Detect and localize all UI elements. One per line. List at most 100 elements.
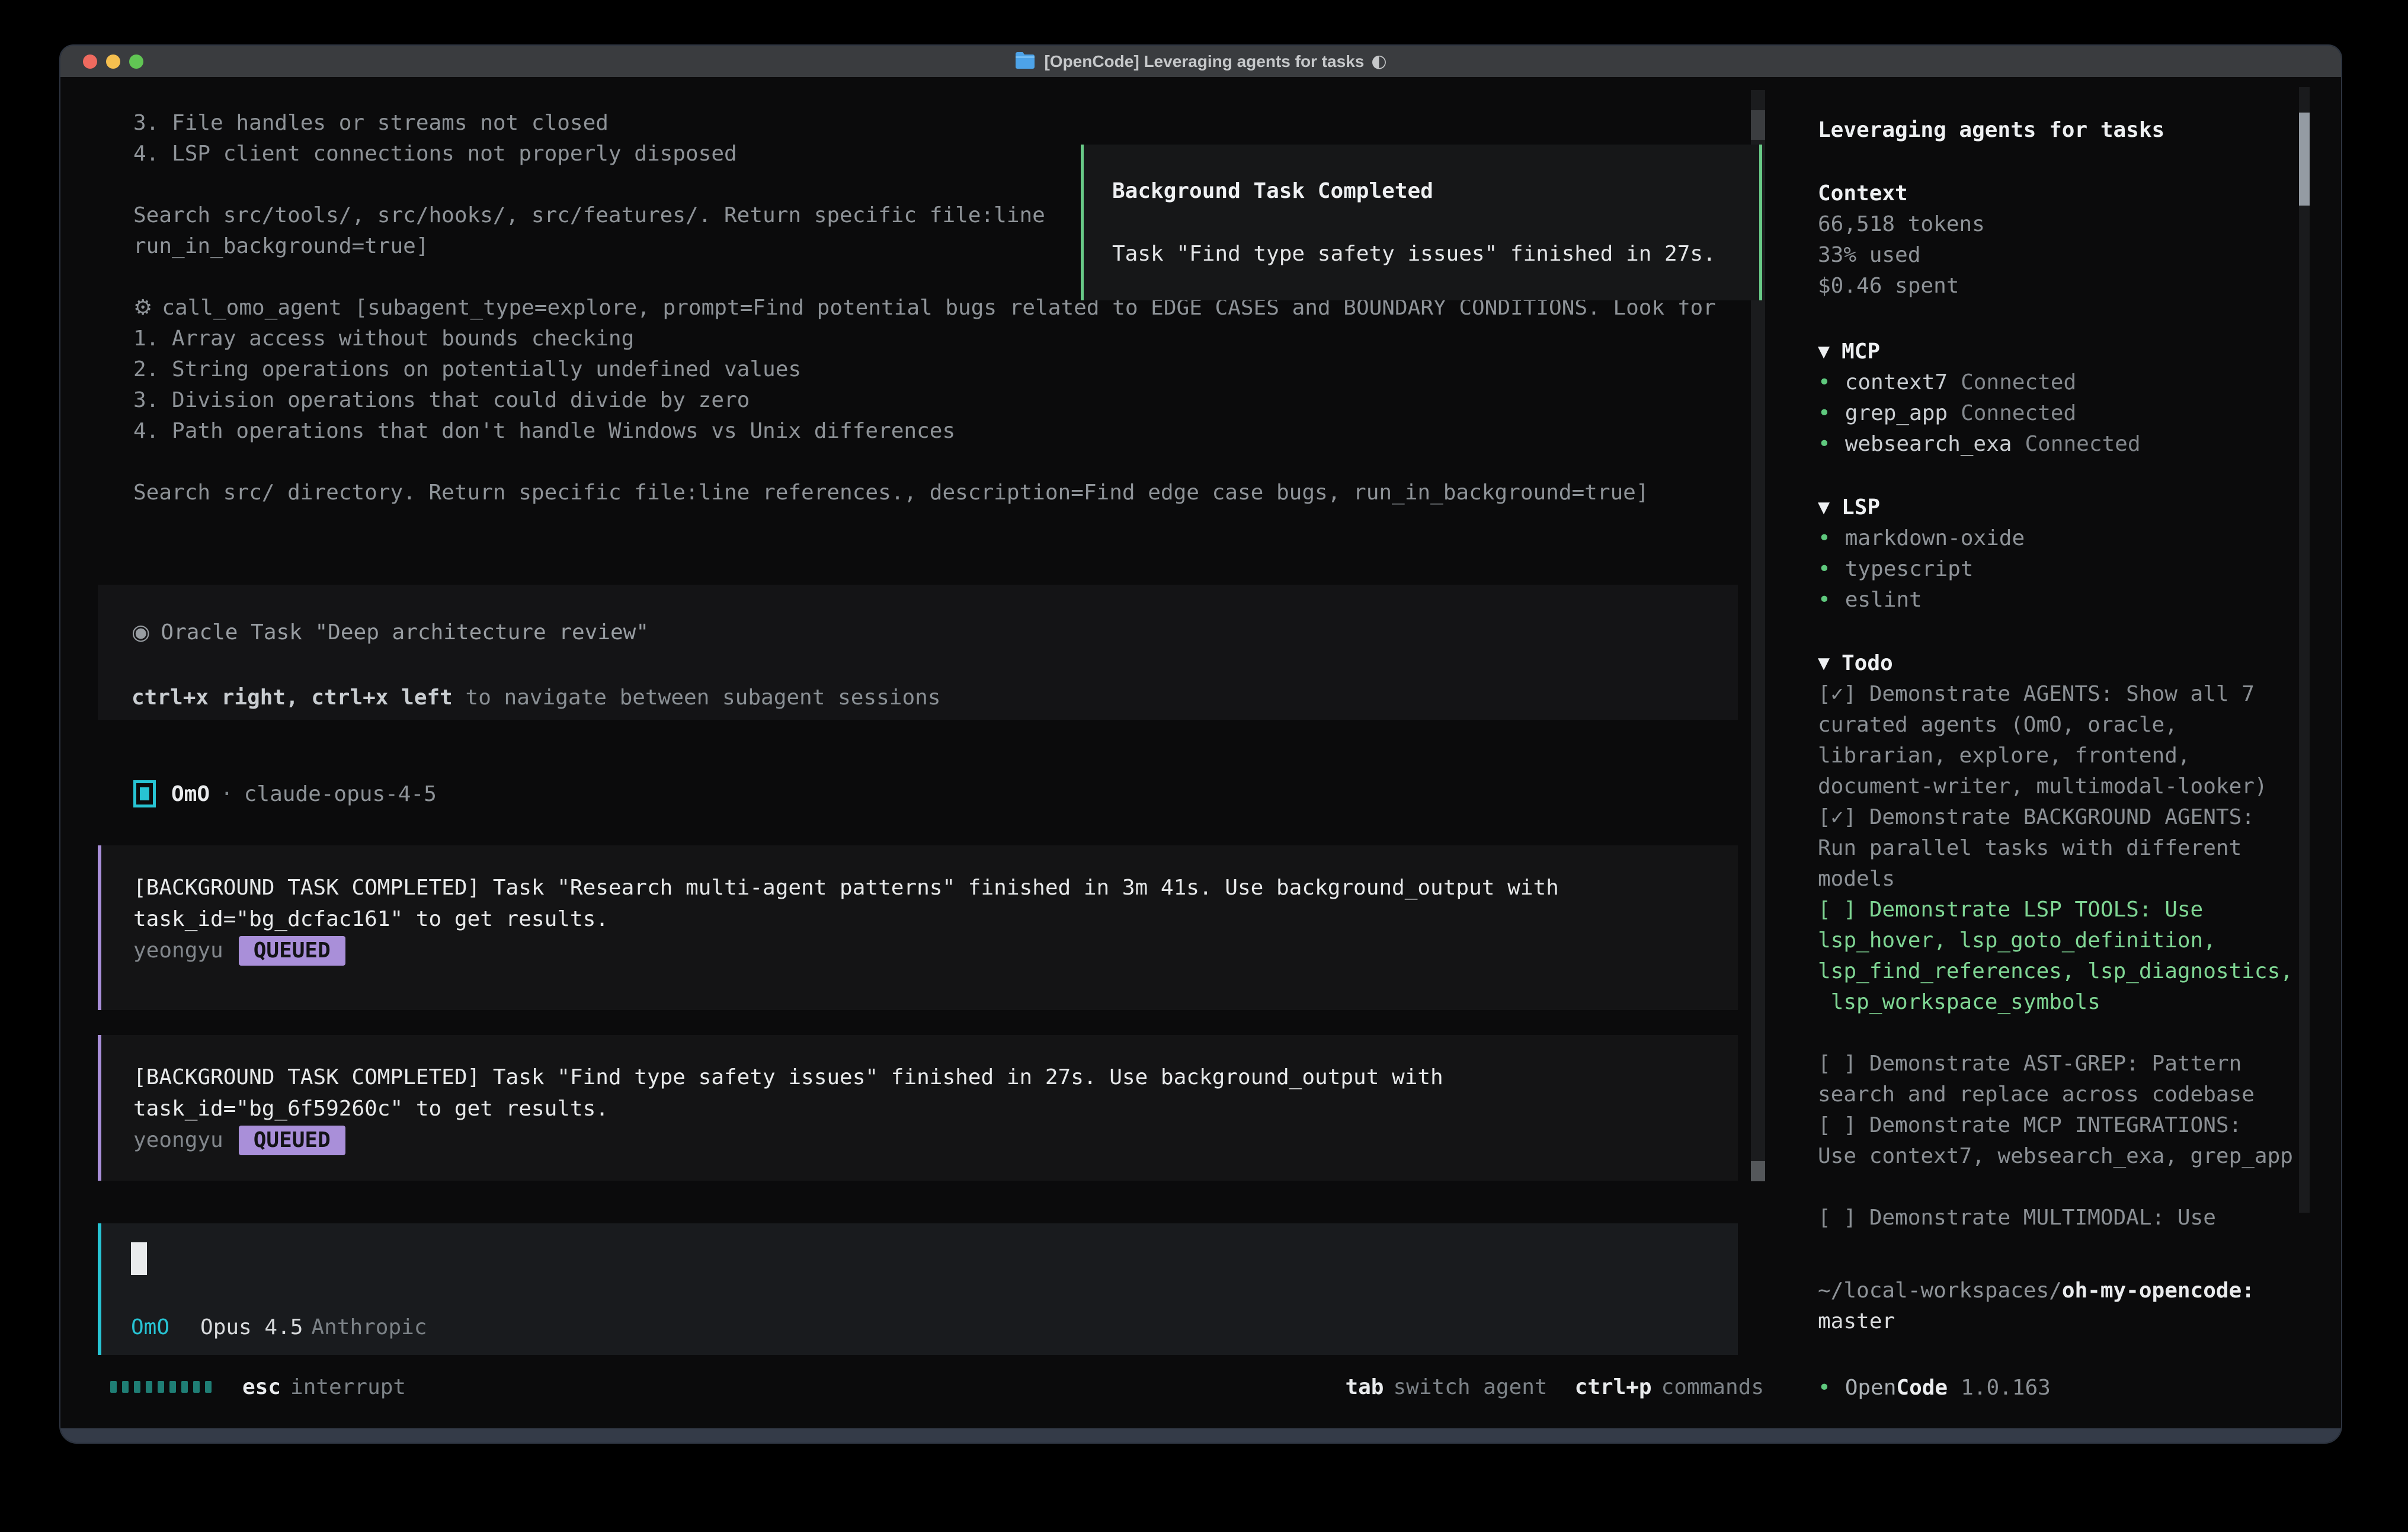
- chevron-down-icon: ▼: [1818, 343, 1830, 361]
- chevron-down-icon: ▼: [1818, 499, 1830, 517]
- output-line: 1. Array access without bounds checking: [133, 323, 1733, 354]
- lsp-item: •markdown-oxide: [1818, 523, 2299, 554]
- notification-title: Background Task Completed: [1112, 179, 1433, 203]
- chat-scrollbar-thumb-top[interactable]: [1751, 110, 1765, 140]
- output-line: [133, 447, 1733, 477]
- spinner-dot: [181, 1381, 188, 1393]
- lsp-item: •typescript: [1818, 554, 2299, 585]
- session-progress-icon: ◐: [1371, 51, 1386, 72]
- message-author: yeongyu: [133, 1124, 223, 1156]
- context-spent: $0.46 spent: [1818, 271, 2299, 302]
- spinner-dot: [205, 1381, 212, 1393]
- text-cursor: [131, 1242, 147, 1275]
- output-line: Search src/ directory. Return specific f…: [133, 477, 1733, 508]
- agent-name: OmO: [171, 782, 210, 806]
- spinner-dot: [169, 1381, 176, 1393]
- mcp-item: •grep_appConnected: [1818, 398, 2299, 429]
- workspace-path: ~/local-workspaces/oh-my-opencode: maste…: [1818, 1275, 2299, 1337]
- gear-icon: ⚙: [133, 296, 152, 320]
- app-name-open: Open: [1845, 1376, 1897, 1400]
- workspace-repo: oh-my-opencode:: [2062, 1278, 2255, 1303]
- todo-item-active: [ ] Demonstrate LSP TOOLS: Use lsp_hover…: [1818, 895, 2299, 1018]
- oracle-task-title-row: ◉Oracle Task "Deep architecture review": [132, 620, 649, 645]
- output-line: 3. File handles or streams not closed: [133, 108, 1733, 139]
- message-text: [BACKGROUND TASK COMPLETED] Task "Resear…: [133, 872, 1714, 935]
- app-version: 1.0.163: [1961, 1376, 2051, 1400]
- hint-keys: ctrl+x right, ctrl+x left: [132, 685, 453, 710]
- message-meta: yeongyu QUEUED: [133, 1124, 1714, 1156]
- input-model: Opus 4.5: [200, 1315, 303, 1339]
- oracle-task-title: Oracle Task "Deep architecture review": [161, 620, 649, 645]
- context-heading: Context: [1818, 178, 2299, 209]
- status-dot-icon: •: [1818, 401, 1831, 425]
- mcp-section-header[interactable]: ▼MCP: [1818, 336, 2299, 367]
- agent-separator: ·: [220, 782, 233, 806]
- status-badge: QUEUED: [239, 936, 345, 966]
- spinner-dot: [122, 1381, 129, 1393]
- close-button[interactable]: [83, 55, 97, 69]
- status-dot-icon: •: [1818, 526, 1831, 550]
- status-dot-icon: •: [1818, 432, 1831, 456]
- hint-text: to navigate between subagent sessions: [453, 685, 941, 710]
- omo-agent-icon: [133, 780, 156, 807]
- status-badge: QUEUED: [239, 1126, 345, 1155]
- background-task-message: [BACKGROUND TASK COMPLETED] Task "Find t…: [98, 1035, 1738, 1181]
- status-dot-icon: •: [1818, 370, 1831, 395]
- esc-key-label: interrupt: [290, 1375, 406, 1399]
- context-used: 33% used: [1818, 240, 2299, 271]
- todo-item: [✓] Demonstrate BACKGROUND AGENTS: Run p…: [1818, 802, 2299, 895]
- output-line: 4. Path operations that don't handle Win…: [133, 416, 1733, 447]
- spinner-dot: [193, 1381, 200, 1393]
- ctrlp-key-label: commands: [1661, 1375, 1764, 1399]
- chat-scrollbar-thumb-bottom[interactable]: [1751, 1161, 1765, 1181]
- sidebar-scrollbar-track: [2299, 87, 2310, 1213]
- working-spinner: [110, 1381, 212, 1393]
- minimize-button[interactable]: [106, 55, 120, 69]
- context-tokens: 66,518 tokens: [1818, 209, 2299, 240]
- tab-key-label: switch agent: [1393, 1375, 1547, 1399]
- input-provider: Anthropic: [311, 1315, 427, 1339]
- prompt-input[interactable]: OmO Opus 4.5 Anthropic: [98, 1223, 1738, 1355]
- mcp-section: ▼MCP •context7Connected •grep_appConnect…: [1818, 336, 2299, 460]
- lsp-item: •eslint: [1818, 585, 2299, 616]
- todo-item: [ ] Demonstrate MULTIMODAL: Use: [1818, 1203, 2299, 1233]
- todo-item: [ ] Demonstrate MCP INTEGRATIONS: Use co…: [1818, 1110, 2299, 1172]
- agent-header: OmO · claude-opus-4-5: [133, 777, 437, 810]
- chevron-down-icon: ▼: [1818, 655, 1830, 672]
- sidebar: Leveraging agents for tasks Context 66,5…: [1818, 46, 2299, 1444]
- sidebar-scrollbar-thumb[interactable]: [2299, 113, 2310, 206]
- app-name-code: Code: [1896, 1376, 1948, 1400]
- message-meta: yeongyu QUEUED: [133, 935, 1714, 966]
- mcp-item: •context7Connected: [1818, 367, 2299, 398]
- output-line: 3. Division operations that could divide…: [133, 385, 1733, 416]
- oracle-navigation-hint: ctrl+x right, ctrl+x left to navigate be…: [132, 685, 940, 710]
- window-title: [OpenCode] Leveraging agents for tasks: [1044, 52, 1364, 71]
- statusbar-left: esc interrupt: [110, 1375, 406, 1399]
- folder-icon: [1014, 52, 1036, 72]
- statusbar-right: tab switch agent ctrl+p commands: [1345, 1375, 1764, 1399]
- todo-item: [✓] Demonstrate AGENTS: Show all 7 curat…: [1818, 679, 2299, 802]
- version-row: • OpenCode 1.0.163: [1818, 1373, 2299, 1403]
- status-dot-icon: •: [1818, 1376, 1831, 1400]
- session-title: Leveraging agents for tasks: [1818, 115, 2164, 146]
- message-author: yeongyu: [133, 935, 223, 966]
- output-line: 2. String operations on potentially unde…: [133, 354, 1733, 385]
- status-dot-icon: •: [1818, 588, 1831, 612]
- zoom-button[interactable]: [129, 55, 143, 69]
- spinner-dot: [110, 1381, 117, 1393]
- todo-section-header[interactable]: ▼Todo: [1818, 648, 2299, 679]
- context-section: Context 66,518 tokens 33% used $0.46 spe…: [1818, 178, 2299, 302]
- background-task-message: [BACKGROUND TASK COMPLETED] Task "Resear…: [98, 845, 1738, 1010]
- spinner-dot: [158, 1381, 164, 1393]
- workspace-branch: master: [1818, 1306, 2299, 1337]
- spinner-dot: [146, 1381, 152, 1393]
- tab-key-hint: tab: [1345, 1375, 1384, 1399]
- todo-section: ▼Todo [✓] Demonstrate AGENTS: Show all 7…: [1818, 648, 2299, 1233]
- notification-body: Task "Find type safety issues" finished …: [1112, 242, 1716, 266]
- agent-model: claude-opus-4-5: [244, 782, 437, 806]
- input-agent: OmO: [131, 1315, 169, 1339]
- esc-key-hint: esc: [242, 1375, 281, 1399]
- lsp-section-header[interactable]: ▼LSP: [1818, 492, 2299, 523]
- workspace-path-prefix: ~/local-workspaces/: [1818, 1278, 2062, 1303]
- mcp-item: •websearch_exaConnected: [1818, 429, 2299, 460]
